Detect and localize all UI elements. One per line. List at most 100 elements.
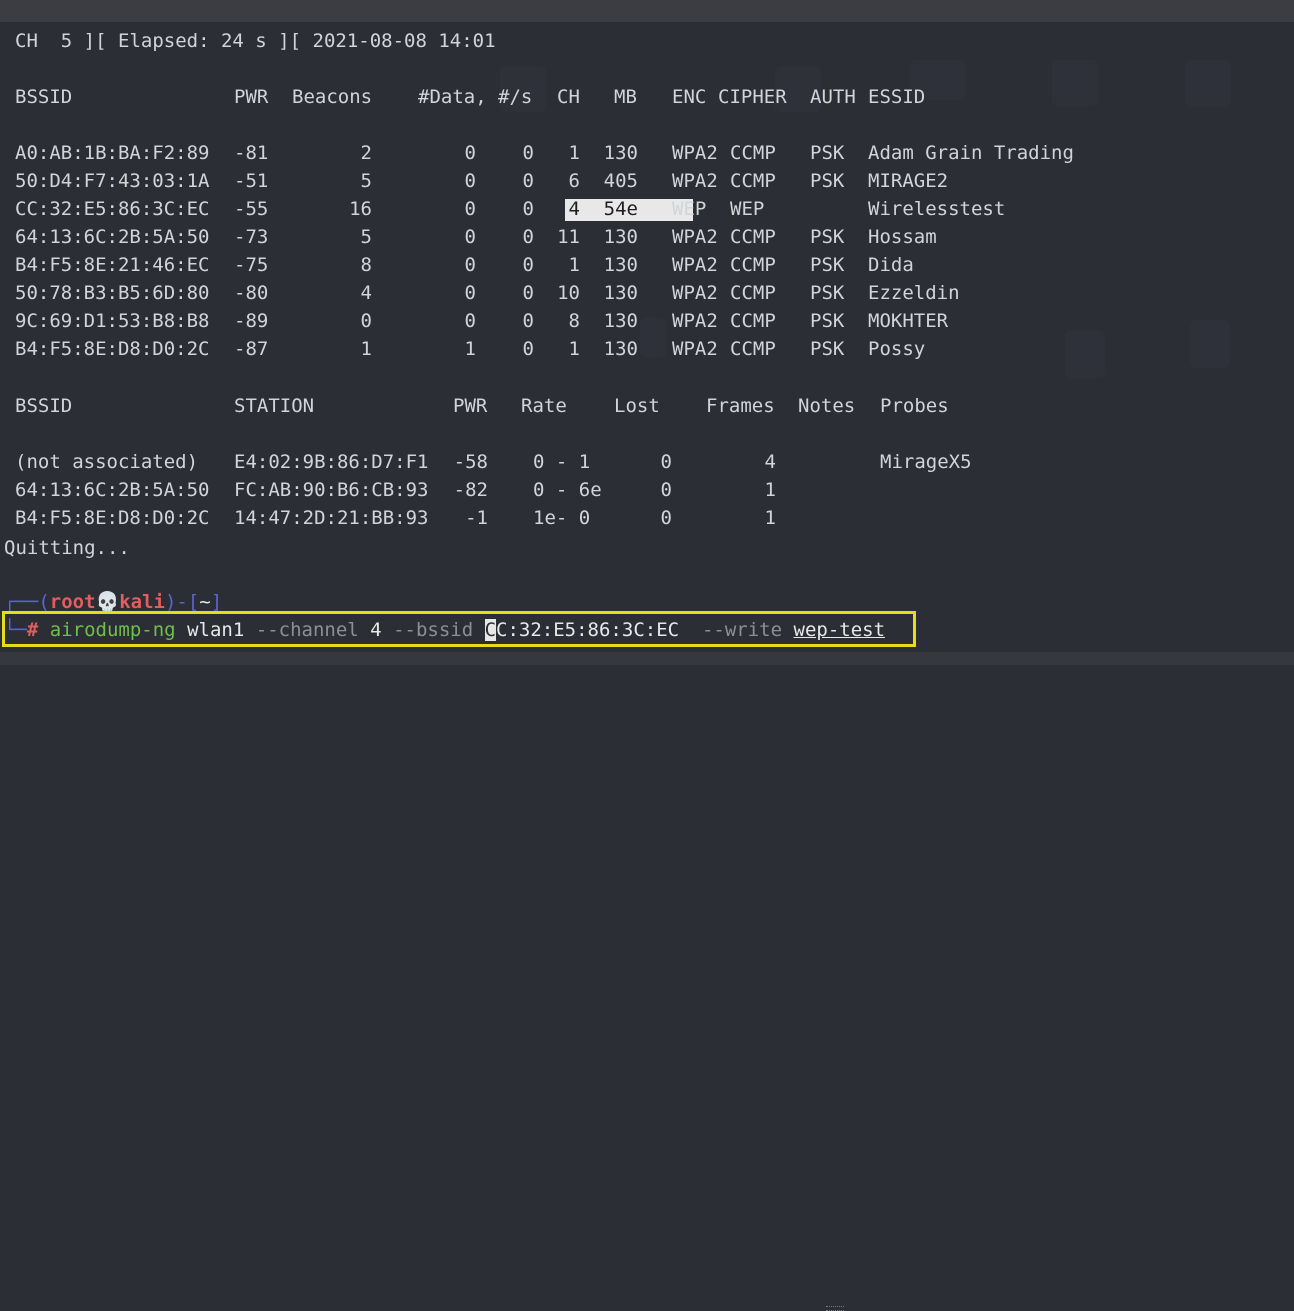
command-line[interactable]: └─# airodump-ng wlan1 --channel 4 --bssi… <box>4 618 885 642</box>
ap-cell-beacons: 5 <box>360 170 372 192</box>
ap-cell-mb: 130 <box>603 142 638 164</box>
ap-cell-ch: 4 <box>568 198 580 220</box>
col-probes: Probes <box>880 395 949 417</box>
ap-cell-mb: 130 <box>603 254 638 276</box>
col-sta-pwr: PWR <box>453 395 488 417</box>
ap-cell-essid: Adam Grain Trading <box>868 142 1074 164</box>
command-bssid-value: CC:32:E5:86:3C:EC <box>484 619 679 641</box>
station-cell-bssid: B4:F5:8E:D8:D0:2C <box>15 507 210 529</box>
ap-cell-ch: 1 <box>568 142 580 164</box>
ap-cell-data: 0 <box>464 226 476 248</box>
ap-cell-mb: 130 <box>603 226 638 248</box>
station-cell-frames: 1 <box>764 507 776 529</box>
ap-cell-ch: 8 <box>568 310 580 332</box>
ap-cell-mb: 54e <box>603 198 638 220</box>
ap-cell-data: 0 <box>464 142 476 164</box>
ap-cell-ch: 1 <box>568 254 580 276</box>
ap-cell-cipher: CCMP <box>730 226 776 248</box>
command-write-flag: --write <box>701 619 783 641</box>
quit-message: Quitting... <box>4 537 130 559</box>
col-beacons: Beacons <box>292 86 373 108</box>
ap-cell-bssid: CC:32:E5:86:3C:EC <box>15 198 210 220</box>
text-cursor: C <box>484 619 497 641</box>
ap-cell-pwr: -89 <box>234 310 269 332</box>
ap-cell-enc: WPA2 <box>672 226 718 248</box>
ap-cell-data: 0 <box>464 170 476 192</box>
ap-cell-cipher: CCMP <box>730 142 776 164</box>
ap-cell-pwr: -81 <box>234 142 269 164</box>
ap-cell-essid: MOKHTER <box>868 310 949 332</box>
prompt-host: kali <box>119 591 165 613</box>
ap-cell-enc: WPA2 <box>672 254 718 276</box>
command-write-value: wep-test <box>793 619 886 641</box>
ap-cell-auth: PSK <box>810 226 845 248</box>
resize-grip[interactable] <box>826 1306 844 1311</box>
ap-cell-bssid: B4:F5:8E:D8:D0:2C <box>15 338 210 360</box>
background-icon <box>640 318 666 358</box>
ap-cell-pwr: -80 <box>234 282 269 304</box>
ap-cell-beacons: 8 <box>360 254 372 276</box>
ap-cell-mb: 405 <box>603 170 638 192</box>
ap-cell-beacons: 4 <box>360 282 372 304</box>
ap-cell-pwr: -51 <box>234 170 269 192</box>
ap-cell-beacons: 0 <box>360 310 372 332</box>
station-cell-frames: 1 <box>764 479 776 501</box>
station-cell-rate: 1e- 0 <box>533 507 591 529</box>
command-bssid-flag: --bssid <box>393 619 474 641</box>
ap-cell-data: 0 <box>464 310 476 332</box>
station-cell-pwr: -1 <box>465 507 488 529</box>
col-cipher: CIPHER <box>718 86 787 108</box>
command-channel-flag: --channel <box>255 619 359 641</box>
window-top-bar <box>0 0 1294 22</box>
ch-label: CH <box>15 30 38 52</box>
ap-cell-per-s: 0 <box>522 170 534 192</box>
ap-cell-pwr: -75 <box>234 254 269 276</box>
station-cell-probes: MirageX5 <box>880 451 972 473</box>
prompt-cwd: ~ <box>199 591 211 613</box>
ap-cell-ch: 1 <box>568 338 580 360</box>
ap-cell-cipher: CCMP <box>730 282 776 304</box>
ap-cell-cipher: CCMP <box>730 254 776 276</box>
ap-cell-data: 0 <box>464 254 476 276</box>
ap-cell-auth: PSK <box>810 170 845 192</box>
ap-cell-enc: WPA2 <box>672 142 718 164</box>
station-cell-rate: 0 - 1 <box>533 451 591 473</box>
ap-cell-auth: PSK <box>810 338 845 360</box>
ap-cell-bssid: 64:13:6C:2B:5A:50 <box>15 226 210 248</box>
col-notes: Notes <box>798 395 856 417</box>
ap-cell-mb: 130 <box>603 338 638 360</box>
ap-cell-data: 1 <box>464 338 476 360</box>
background-icon <box>1185 60 1231 106</box>
col-enc: ENC <box>672 86 707 108</box>
ap-cell-essid: Hossam <box>868 226 937 248</box>
col-sta-bssid: BSSID <box>15 395 73 417</box>
ap-cell-beacons: 16 <box>349 198 372 220</box>
station-cell-pwr: -58 <box>453 451 488 473</box>
ap-cell-ch: 10 <box>557 282 580 304</box>
ap-cell-bssid: A0:AB:1B:BA:F2:89 <box>15 142 210 164</box>
ap-cell-per-s: 0 <box>522 254 534 276</box>
col-station: STATION <box>234 395 315 417</box>
ap-cell-enc: WPA2 <box>672 170 718 192</box>
elapsed-label: Elapsed: <box>118 30 210 52</box>
station-cell-bssid: 64:13:6C:2B:5A:50 <box>15 479 210 501</box>
ap-cell-per-s: 0 <box>522 226 534 248</box>
col-pwr: PWR <box>234 86 269 108</box>
ap-cell-mb: 130 <box>603 282 638 304</box>
station-cell-bssid: (not associated) <box>15 451 199 473</box>
elapsed-value: 24 s <box>220 30 267 52</box>
window-bottom-bar <box>0 652 1294 1311</box>
ap-cell-bssid: B4:F5:8E:21:46:EC <box>15 254 210 276</box>
ap-cell-auth: PSK <box>810 282 845 304</box>
ap-cell-ch: 11 <box>557 226 580 248</box>
background-icon <box>1190 320 1230 368</box>
ap-cell-per-s: 0 <box>522 142 534 164</box>
ap-cell-ch: 6 <box>568 170 580 192</box>
datetime: 2021-08-08 14:01 <box>312 30 496 52</box>
ap-cell-beacons: 5 <box>360 226 372 248</box>
ap-cell-beacons: 1 <box>360 338 372 360</box>
ap-cell-mb: 130 <box>603 310 638 332</box>
ap-cell-auth: PSK <box>810 142 845 164</box>
ap-cell-enc: WEP <box>672 198 707 220</box>
col-bssid: BSSID <box>15 86 73 108</box>
